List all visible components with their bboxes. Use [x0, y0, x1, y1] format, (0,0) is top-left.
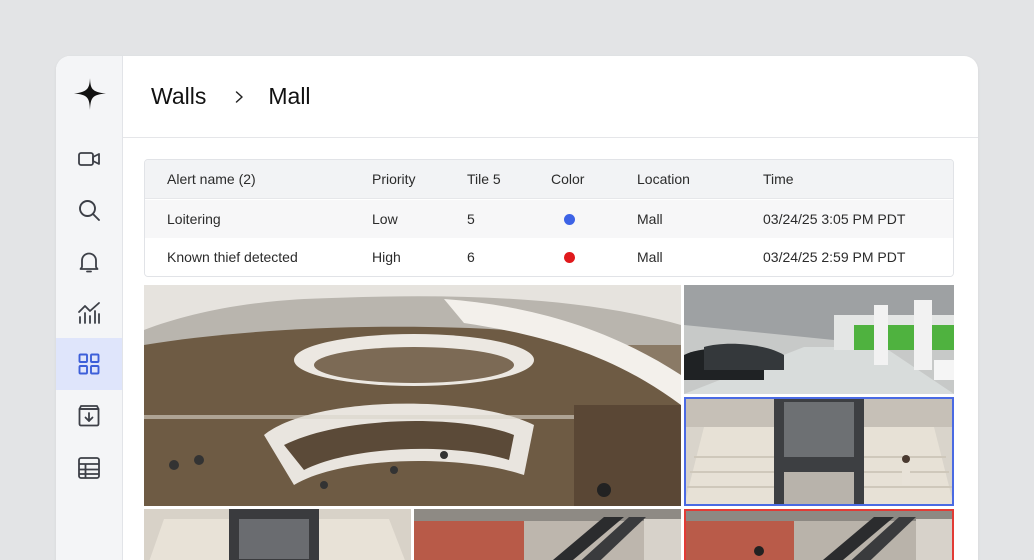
alert-color [551, 200, 575, 238]
sidebar-item-alerts[interactable] [56, 236, 122, 288]
column-header-color[interactable]: Color [551, 160, 584, 198]
alert-tile: 5 [467, 211, 475, 227]
sidebar-item-archive[interactable] [56, 390, 122, 442]
app-window: Walls Mall Alert name (2) Priority Tile … [56, 56, 978, 560]
table-row[interactable]: Known thief detected High 6 Mall 03/24/2… [145, 238, 953, 276]
alert-location: Mall [637, 249, 663, 265]
sidebar-item-walls[interactable] [56, 338, 122, 390]
sidebar-item-table[interactable] [56, 442, 122, 494]
alert-name: Loitering [167, 211, 221, 227]
alerts-table: Alert name (2) Priority Tile 5 Color Loc… [144, 159, 954, 277]
column-header-time[interactable]: Time [763, 160, 794, 198]
page-title: Mall [268, 83, 311, 109]
camera-feed-escalator-a [144, 509, 411, 560]
sidebar-item-search[interactable] [56, 184, 122, 236]
alert-tile: 6 [467, 249, 475, 265]
camera-tile-6[interactable] [684, 509, 954, 560]
archive-download-icon [78, 405, 100, 427]
sidebar [56, 56, 123, 560]
camera-tile-2[interactable] [684, 285, 954, 394]
color-dot [564, 251, 575, 263]
camera-feed-escalator-b [414, 509, 681, 560]
alert-priority: Low [372, 211, 398, 227]
table-header: Alert name (2) Priority Tile 5 Color Loc… [145, 160, 953, 199]
camera-tile-3[interactable] [684, 397, 954, 506]
sidebar-item-cameras[interactable] [56, 133, 122, 185]
chart-icon [78, 302, 100, 324]
column-header-location[interactable]: Location [637, 160, 690, 198]
color-dot [564, 213, 575, 225]
alert-time: 03/24/25 2:59 PM PDT [763, 249, 906, 265]
table-icon [78, 457, 100, 479]
camera-tile-5[interactable] [414, 509, 681, 560]
video-camera-icon [78, 152, 100, 166]
grid-icon [78, 353, 100, 375]
column-header-priority[interactable]: Priority [372, 160, 416, 198]
logo-icon[interactable] [72, 76, 108, 112]
column-header-tile[interactable]: Tile 5 [467, 160, 501, 198]
camera-feed-parking-garage [684, 285, 954, 394]
alert-location: Mall [637, 211, 663, 227]
alert-priority: High [372, 249, 401, 265]
camera-tile-4[interactable] [144, 509, 411, 560]
camera-feed-mall-atrium [144, 285, 681, 506]
alert-color [551, 238, 575, 276]
main-content: Walls Mall Alert name (2) Priority Tile … [123, 56, 978, 560]
camera-feed-stairs [684, 397, 954, 506]
camera-tile-1[interactable] [144, 285, 681, 506]
alert-time: 03/24/25 3:05 PM PDT [763, 211, 906, 227]
sidebar-item-analytics[interactable] [56, 287, 122, 339]
chevron-right-icon [236, 90, 244, 103]
column-header-alert-name[interactable]: Alert name (2) [167, 160, 256, 198]
breadcrumb: Walls Mall [123, 56, 978, 138]
camera-feed-escalator-c [684, 509, 954, 560]
breadcrumb-walls[interactable]: Walls [151, 83, 206, 110]
bell-icon [79, 252, 99, 273]
search-icon [79, 200, 100, 221]
table-row[interactable]: Loitering Low 5 Mall 03/24/25 3:05 PM PD… [145, 200, 953, 238]
alert-name: Known thief detected [167, 249, 298, 265]
